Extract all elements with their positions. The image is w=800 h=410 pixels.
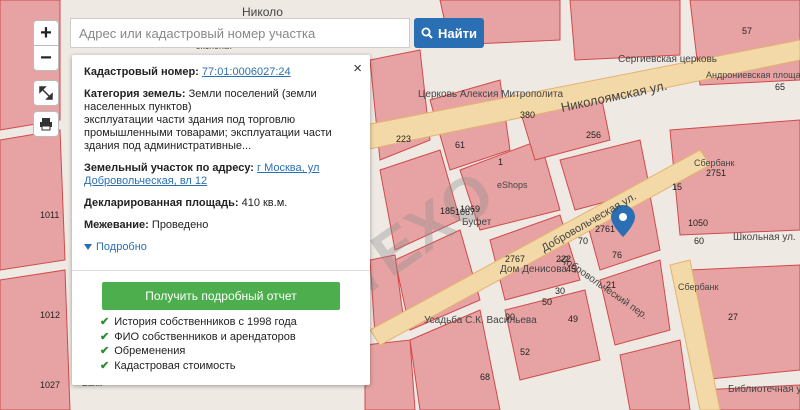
get-report-button[interactable]: Получить подробный отчет [102,282,340,310]
parcel-number: 2761 [595,224,615,234]
street-label-nikolo-top: Николо [242,5,283,19]
eshops-label: eShops [497,180,528,190]
parcel-number: 222 [556,254,571,264]
parcel-number: 185 [440,206,455,216]
usadba-label: Усадьба С.К. Васильева [424,314,537,326]
andronevskaya-label: Андрониевская площадь [706,70,800,80]
survey-row: Межевание: Проведено [84,219,358,232]
check-icon: ✔ [100,316,110,328]
sergiev-church-label: Сергиевская церковь [618,54,717,65]
address-row: Земельный участок по адресу: г Москва, у… [84,162,358,188]
church-label: Церковь Алексия Митрополита [418,89,563,100]
parcel-number: 61 [455,140,465,150]
check-icon: ✔ [100,345,110,357]
area-row: Декларированная площадь: 410 кв.м. [84,197,358,210]
zoom-out-button[interactable]: − [33,45,59,71]
category-label: Категория земель: [84,88,186,100]
parcel-number: 21 [606,280,616,290]
report-features-list: ✔ История собственников с 1998 года ✔ ФИО … [100,315,297,373]
feature-item: ✔ ФИО собственников и арендаторов [100,330,297,345]
parcel-info-panel: × Кадастровый номер: 77:01:0006027:24 Ка… [72,55,370,385]
parcel-number: 30 [555,286,565,296]
feature-item: ✔ История собственников с 1998 года [100,315,297,330]
survey-label: Межевание: [84,219,149,231]
parcel-number: 60 [694,236,704,246]
street-label-bibliotechnaya: Библиотечная ул. [728,383,800,395]
parcel-number: 52 [520,347,530,357]
zoom-in-button[interactable]: + [33,20,59,46]
parcel-number: 1050 [688,218,708,228]
parcel-number: 1012 [40,310,60,320]
fullscreen-button[interactable] [33,80,59,106]
check-icon: ✔ [100,359,110,372]
triangle-down-icon [84,244,92,250]
sberbank-label: Сбербанк [678,282,718,292]
feature-text: Кадастровая стоимость [114,359,236,372]
street-label-shkolnaya: Школьная ул. [733,232,796,243]
search-button[interactable]: Найти [414,18,484,48]
parcel-number: 70 [578,236,588,246]
search-input[interactable] [71,19,409,47]
more-details-link[interactable]: Подробно [84,241,358,253]
print-icon [40,118,52,131]
parcel-number: 2767 [505,254,525,264]
parcel-number: 1069 [460,204,480,214]
parcel-number: 256 [586,130,601,140]
parcel-number: 27 [728,312,738,322]
parcel-number: 57 [742,26,752,36]
parcel-number: 223 [396,134,411,144]
print-button[interactable] [33,111,59,137]
search-button-label: Найти [438,25,477,41]
cadastral-number-link[interactable]: 77:01:0006027:24 [202,66,291,78]
category-row: Категория земель: Земли поселений (земли… [84,88,358,153]
parcel-number: 90 [505,312,515,322]
parcel-number: 49 [568,314,578,324]
parcel-number: 380 [520,110,535,120]
parcel-number: 45 [566,264,576,274]
parcel-number: 1011 [40,210,59,220]
sberbank-label: Сбербанк [694,158,734,168]
feature-text: Обременения [114,345,186,357]
parcel-number: 15 [672,182,682,192]
survey-value: Проведено [151,219,209,231]
parcel-number: 68 [480,372,490,382]
feature-item: ✔ Обременения [100,344,297,359]
parcel-number: 1 [498,157,503,167]
expand-icon [39,86,53,100]
cadastral-label: Кадастровый номер: [84,66,199,78]
parcel-number: 76 [612,250,622,260]
feature-item: ✔ Кадастровая стоимость [100,359,297,374]
more-details-label: Подробно [96,241,147,253]
dom-denisova-label: Дом Денисова [500,264,567,275]
usage-text: эксплуатации части здания под торговлю п… [84,114,332,152]
panel-divider [72,270,370,271]
parcel-number: 1027 [40,380,60,390]
parcel-number: 50 [542,297,552,307]
feature-text: История собственников с 1998 года [114,316,297,328]
search-icon [421,27,433,39]
close-icon[interactable]: × [353,60,362,77]
area-value: 410 кв.м. [241,197,288,209]
parcel-number: 65 [775,82,785,92]
search-box [70,18,410,48]
area-label: Декларированная площадь: [84,197,239,209]
feature-text: ФИО собственников и арендаторов [114,330,296,343]
address-label: Земельный участок по адресу: [84,162,254,174]
parcel-number: 2751 [706,168,726,178]
cadastral-row: Кадастровый номер: 77:01:0006027:24 [84,66,358,79]
check-icon: ✔ [100,330,110,343]
